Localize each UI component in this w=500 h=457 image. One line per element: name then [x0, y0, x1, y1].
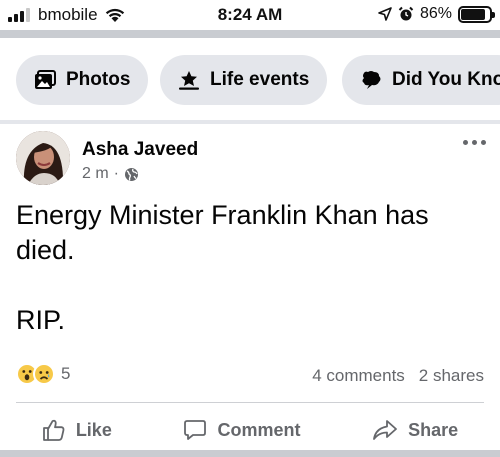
post-text-line: Energy Minister Franklin Khan has	[16, 200, 429, 230]
post-time[interactable]: 2 m	[82, 165, 109, 183]
bottom-divider	[0, 450, 500, 457]
comment-label: Comment	[217, 419, 301, 440]
more-options-button[interactable]	[463, 140, 486, 145]
photos-chip[interactable]: Photos	[16, 55, 149, 105]
post-text: Energy Minister Franklin Khan has died. …	[16, 198, 486, 338]
globe-icon	[125, 167, 138, 181]
comments-count[interactable]: 4 comments	[312, 366, 405, 386]
sad-emoji-icon	[33, 363, 55, 385]
share-icon	[373, 420, 398, 440]
battery-percent: 86%	[419, 5, 452, 22]
engagement-counts: 4 comments 2 shares	[312, 366, 484, 386]
shares-count[interactable]: 2 shares	[419, 366, 484, 386]
post-action-bar: Like Comment Share	[0, 410, 500, 450]
chip-row[interactable]: Photos Life events Did You Kno	[0, 38, 500, 122]
post-text-line: RIP.	[16, 305, 66, 335]
alarm-icon	[398, 6, 414, 21]
did-you-know-chip-label: Did You Kno	[392, 69, 500, 90]
reaction-emojis	[16, 363, 55, 385]
post-meta: 2 m ·	[82, 165, 139, 183]
life-events-chip[interactable]: Life events	[160, 55, 328, 105]
thumbs-up-icon	[42, 419, 65, 441]
like-button[interactable]: Like	[42, 418, 112, 442]
top-divider	[0, 30, 500, 38]
photos-icon	[35, 70, 56, 89]
chat-bubble-icon	[362, 71, 381, 89]
more-dot-icon	[463, 140, 468, 145]
actions-divider	[16, 402, 484, 403]
avatar[interactable]	[16, 131, 70, 185]
comment-button[interactable]: Comment	[183, 418, 301, 442]
share-label: Share	[408, 419, 459, 440]
more-dot-icon	[472, 140, 477, 145]
author-name[interactable]: Asha Javeed	[82, 139, 198, 161]
battery-icon	[458, 5, 495, 23]
share-button[interactable]: Share	[372, 418, 458, 442]
status-bar: bmobile 8:24 AM 86%	[0, 0, 500, 30]
life-events-icon	[179, 71, 199, 90]
reactions-summary[interactable]: 5	[16, 363, 70, 385]
did-you-know-chip[interactable]: Did You Kno	[342, 55, 500, 105]
reaction-count: 5	[61, 364, 71, 383]
comment-icon	[184, 420, 207, 440]
location-arrow-icon	[378, 7, 392, 21]
status-right: 86%	[378, 5, 495, 23]
meta-separator: ·	[113, 165, 119, 182]
photos-chip-label: Photos	[66, 69, 131, 90]
section-divider	[0, 120, 500, 124]
more-dot-icon	[481, 140, 486, 145]
like-label: Like	[75, 419, 112, 440]
life-events-chip-label: Life events	[210, 69, 310, 90]
post-text-line: died.	[16, 235, 75, 265]
